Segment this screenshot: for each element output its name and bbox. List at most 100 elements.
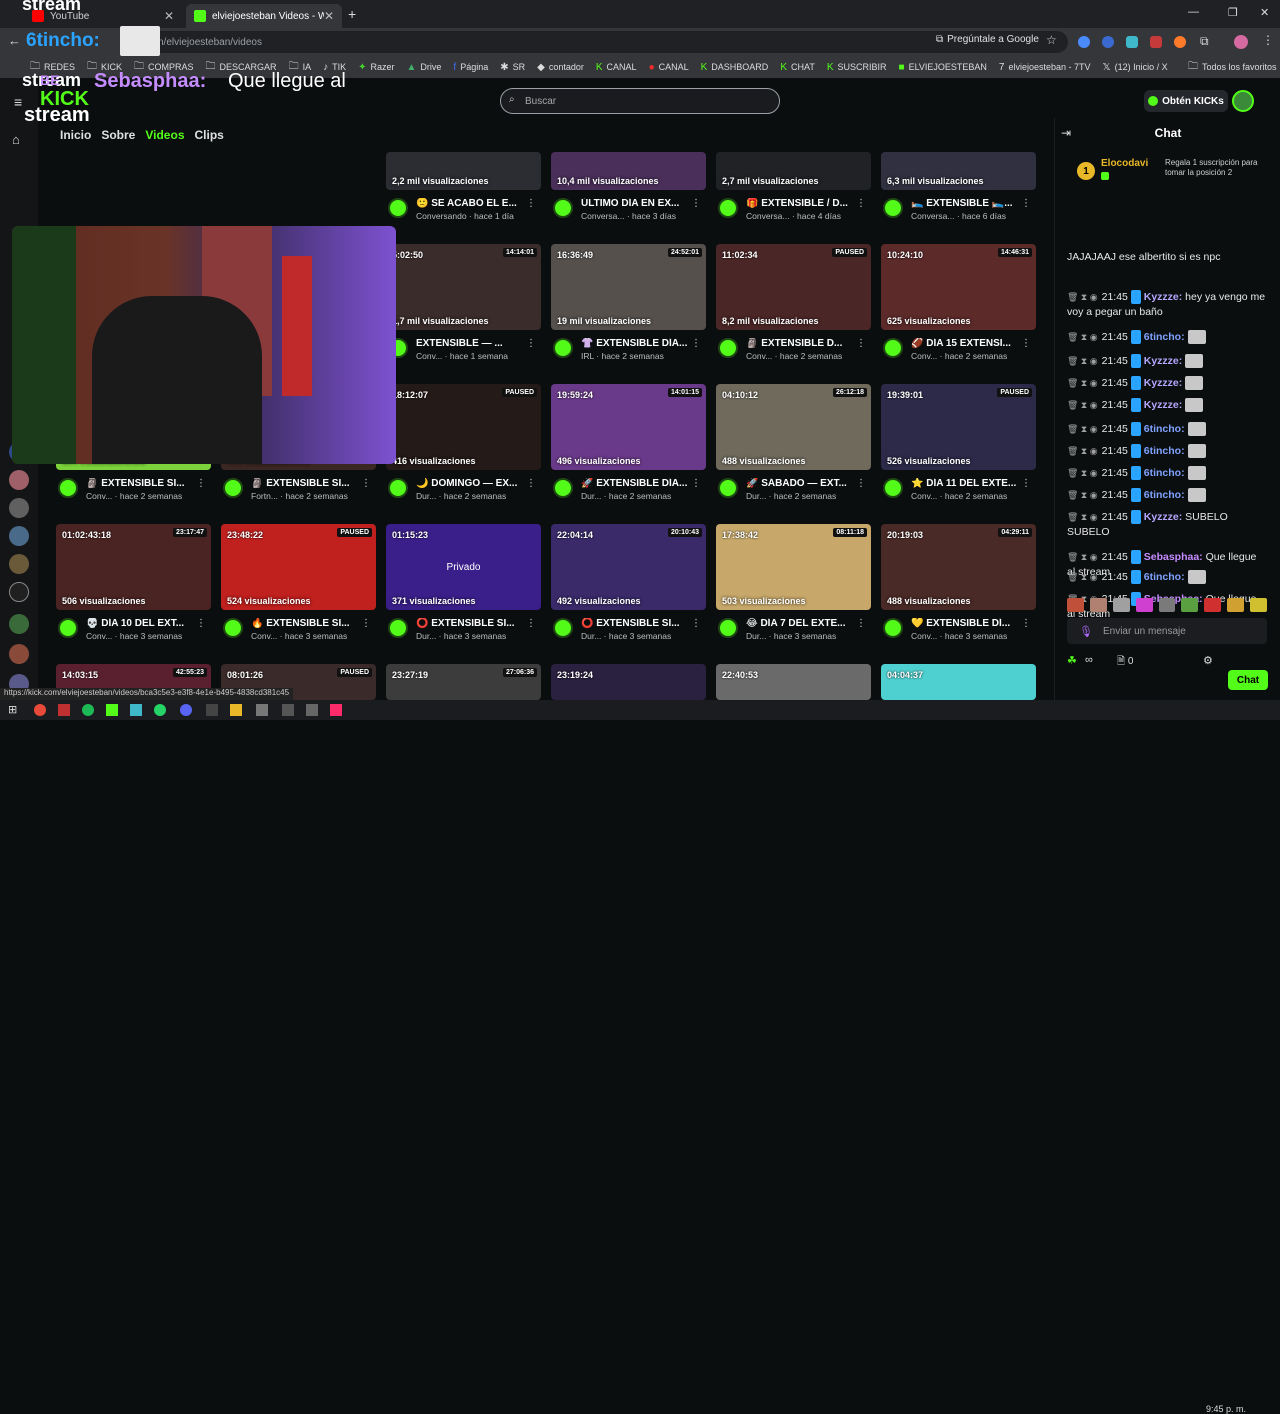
channel-avatar[interactable] (388, 478, 408, 498)
video-thumbnail[interactable]: 23:48:22 PAUSED 524 visualizaciones (221, 524, 376, 610)
tab-kick-videos[interactable]: elviejoesteban Videos - Watch ✕ (186, 4, 342, 28)
channel-avatar[interactable] (388, 618, 408, 638)
moderation-icons[interactable]: 🗑 ⧗ ◉ (1067, 490, 1098, 500)
video-title[interactable]: 😂 DÍA 7 DEL EXTE... (746, 618, 864, 629)
channel-avatar[interactable] (883, 478, 903, 498)
bookmark-contador[interactable]: ◆ contador (537, 62, 584, 73)
video-title[interactable]: 🛌 EXTENSIBLE 🛌... (911, 198, 1029, 209)
video-thumbnail[interactable]: 22:04:14 20:10:43 492 visualizaciones (551, 524, 706, 610)
bookmark-razer[interactable]: ✦ Razer (358, 62, 394, 73)
moderation-icons[interactable]: 🗑 ⧗ ◉ (1067, 552, 1098, 562)
home-icon[interactable]: ⌂ (12, 132, 20, 147)
video-thumbnail[interactable]: 23:19:24 (551, 664, 706, 700)
message-user[interactable]: Kyzzze: (1144, 399, 1183, 411)
moderation-icons[interactable]: 🗑 ⧗ ◉ (1067, 292, 1098, 302)
get-kicks-button[interactable]: Obtén KICKs (1144, 90, 1228, 112)
bookmark-7tv[interactable]: 7 elviejoesteban - 7TV (999, 62, 1091, 73)
app-icon[interactable] (256, 704, 268, 716)
channel-avatar[interactable] (553, 338, 573, 358)
channel-avatar[interactable] (223, 618, 243, 638)
channel-avatar[interactable] (883, 198, 903, 218)
extension-icon[interactable] (1126, 36, 1138, 48)
moderation-icons[interactable]: 🗑 ⧗ ◉ (1067, 446, 1098, 456)
message-user[interactable]: 6tincho: (1144, 423, 1185, 435)
emote[interactable] (1227, 598, 1245, 612)
video-title[interactable]: 🗿 EXTENSIBLE SI... (251, 478, 369, 489)
video-thumbnail[interactable]: 11:02:34 PAUSED 8,2 mil visualizaciones (716, 244, 871, 330)
video-thumbnail[interactable]: 01:02:43:18 23:17:47 506 visualizaciones (56, 524, 211, 610)
channel-avatar[interactable] (718, 338, 738, 358)
emote[interactable] (1204, 598, 1222, 612)
moderation-icons[interactable]: 🗑 ⧗ ◉ (1067, 512, 1098, 522)
channel-avatar[interactable] (553, 478, 573, 498)
more-options-icon[interactable]: ⋮ (856, 618, 866, 629)
discord-icon[interactable] (180, 704, 192, 716)
more-options-icon[interactable]: ⋮ (361, 618, 371, 629)
video-thumbnail[interactable]: 19:59:24 14:01:15 496 visualizaciones (551, 384, 706, 470)
video-title[interactable]: ⭕ EXTENSIBLE SI... (416, 618, 534, 629)
message-user[interactable]: 6tincho: (1144, 331, 1185, 343)
star-icon[interactable]: ☆ (1046, 33, 1057, 47)
moderation-icons[interactable]: 🗑 ⧗ ◉ (1067, 332, 1098, 342)
channel-avatar[interactable] (718, 478, 738, 498)
more-options-icon[interactable]: ⋮ (691, 198, 701, 209)
more-options-icon[interactable]: ⋮ (856, 198, 866, 209)
video-thumbnail[interactable]: 04:04:37 (881, 664, 1036, 700)
channel-avatar[interactable] (553, 618, 573, 638)
emote[interactable] (1158, 598, 1176, 612)
extension-icon[interactable] (1174, 36, 1186, 48)
more-options-icon[interactable]: ⋮ (1021, 478, 1031, 489)
more-options-icon[interactable]: ⋮ (1021, 198, 1031, 209)
message-user[interactable]: 6tincho: (1144, 445, 1185, 457)
menu-icon[interactable]: ⋮ (1262, 33, 1274, 47)
close-window-icon[interactable]: ✕ (1260, 6, 1269, 19)
more-options-icon[interactable]: ⋮ (691, 338, 701, 349)
send-chat-button[interactable]: Chat (1228, 670, 1268, 690)
message-user[interactable]: 6tincho: (1144, 489, 1185, 501)
channel-avatar[interactable] (883, 618, 903, 638)
more-options-icon[interactable]: ⋮ (856, 478, 866, 489)
channel-avatar[interactable] (58, 618, 78, 638)
moderation-icons[interactable]: 🗑 ⧗ ◉ (1067, 400, 1098, 410)
back-icon[interactable]: ← (8, 33, 21, 48)
video-title[interactable]: 🌙 DOMINGO — EX... (416, 478, 534, 489)
channel-avatar[interactable] (58, 478, 78, 498)
more-options-icon[interactable]: ⋮ (196, 478, 206, 489)
extension-icon[interactable] (1150, 36, 1162, 48)
kick-icon[interactable] (106, 704, 118, 716)
search-input[interactable]: ⌕ Buscar (500, 88, 780, 114)
kicks-icon[interactable]: ☘ (1067, 654, 1077, 667)
message-user[interactable]: Kyzzze: (1144, 511, 1183, 523)
video-title[interactable]: ÚLTIMO DÍA EN EX... (581, 198, 699, 209)
more-options-icon[interactable]: ⋮ (526, 198, 536, 209)
message-user[interactable]: Kyzzze: (1144, 377, 1183, 389)
more-options-icon[interactable]: ⋮ (196, 618, 206, 629)
video-title[interactable]: ⭕ EXTENSIBLE SI... (581, 618, 699, 629)
video-thumbnail[interactable]: 22:40:53 (716, 664, 871, 700)
channel-avatar[interactable] (9, 582, 29, 602)
more-options-icon[interactable]: ⋮ (526, 618, 536, 629)
app-icon[interactable] (130, 704, 142, 716)
bookmark-suscribir[interactable]: K SUSCRIBIR (827, 62, 887, 73)
moderation-icons[interactable]: 🗑 ⧗ ◉ (1067, 356, 1098, 366)
bookmark-all-favorites[interactable]: 🗀 Todos los favoritos (1188, 59, 1277, 76)
more-options-icon[interactable]: ⋮ (1021, 618, 1031, 629)
video-title[interactable]: 🗿 EXTENSIBLE SI... (86, 478, 204, 489)
channel-avatar[interactable] (9, 554, 29, 574)
channel-avatar[interactable] (9, 614, 29, 634)
maximize-icon[interactable]: ❐ (1228, 6, 1238, 19)
video-title[interactable]: 💛 EXTENSIBLE DÍ... (911, 618, 1029, 629)
channel-avatar[interactable] (883, 338, 903, 358)
moderation-icons[interactable]: 🗑 ⧗ ◉ (1067, 468, 1098, 478)
app-icon[interactable] (306, 704, 318, 716)
video-thumbnail[interactable]: 04:10:12 26:12:18 488 visualizaciones (716, 384, 871, 470)
emote[interactable] (1089, 598, 1107, 612)
video-title[interactable]: 🚀 EXTENSIBLE DÍA... (581, 478, 699, 489)
sub-leaderboard[interactable]: 1 Elocodavi Regala 1 suscripción para to… (1069, 154, 1269, 190)
video-thumbnail[interactable]: 17:38:42 08:11:18 503 visualizaciones (716, 524, 871, 610)
video-thumbnail[interactable]: 10,4 mil visualizaciones (551, 152, 706, 190)
emote[interactable] (1135, 598, 1153, 612)
message-user[interactable]: 6tincho: (1144, 467, 1185, 479)
more-options-icon[interactable]: ⋮ (856, 338, 866, 349)
video-thumbnail[interactable]: 23:27:19 27:06:36 (386, 664, 541, 700)
